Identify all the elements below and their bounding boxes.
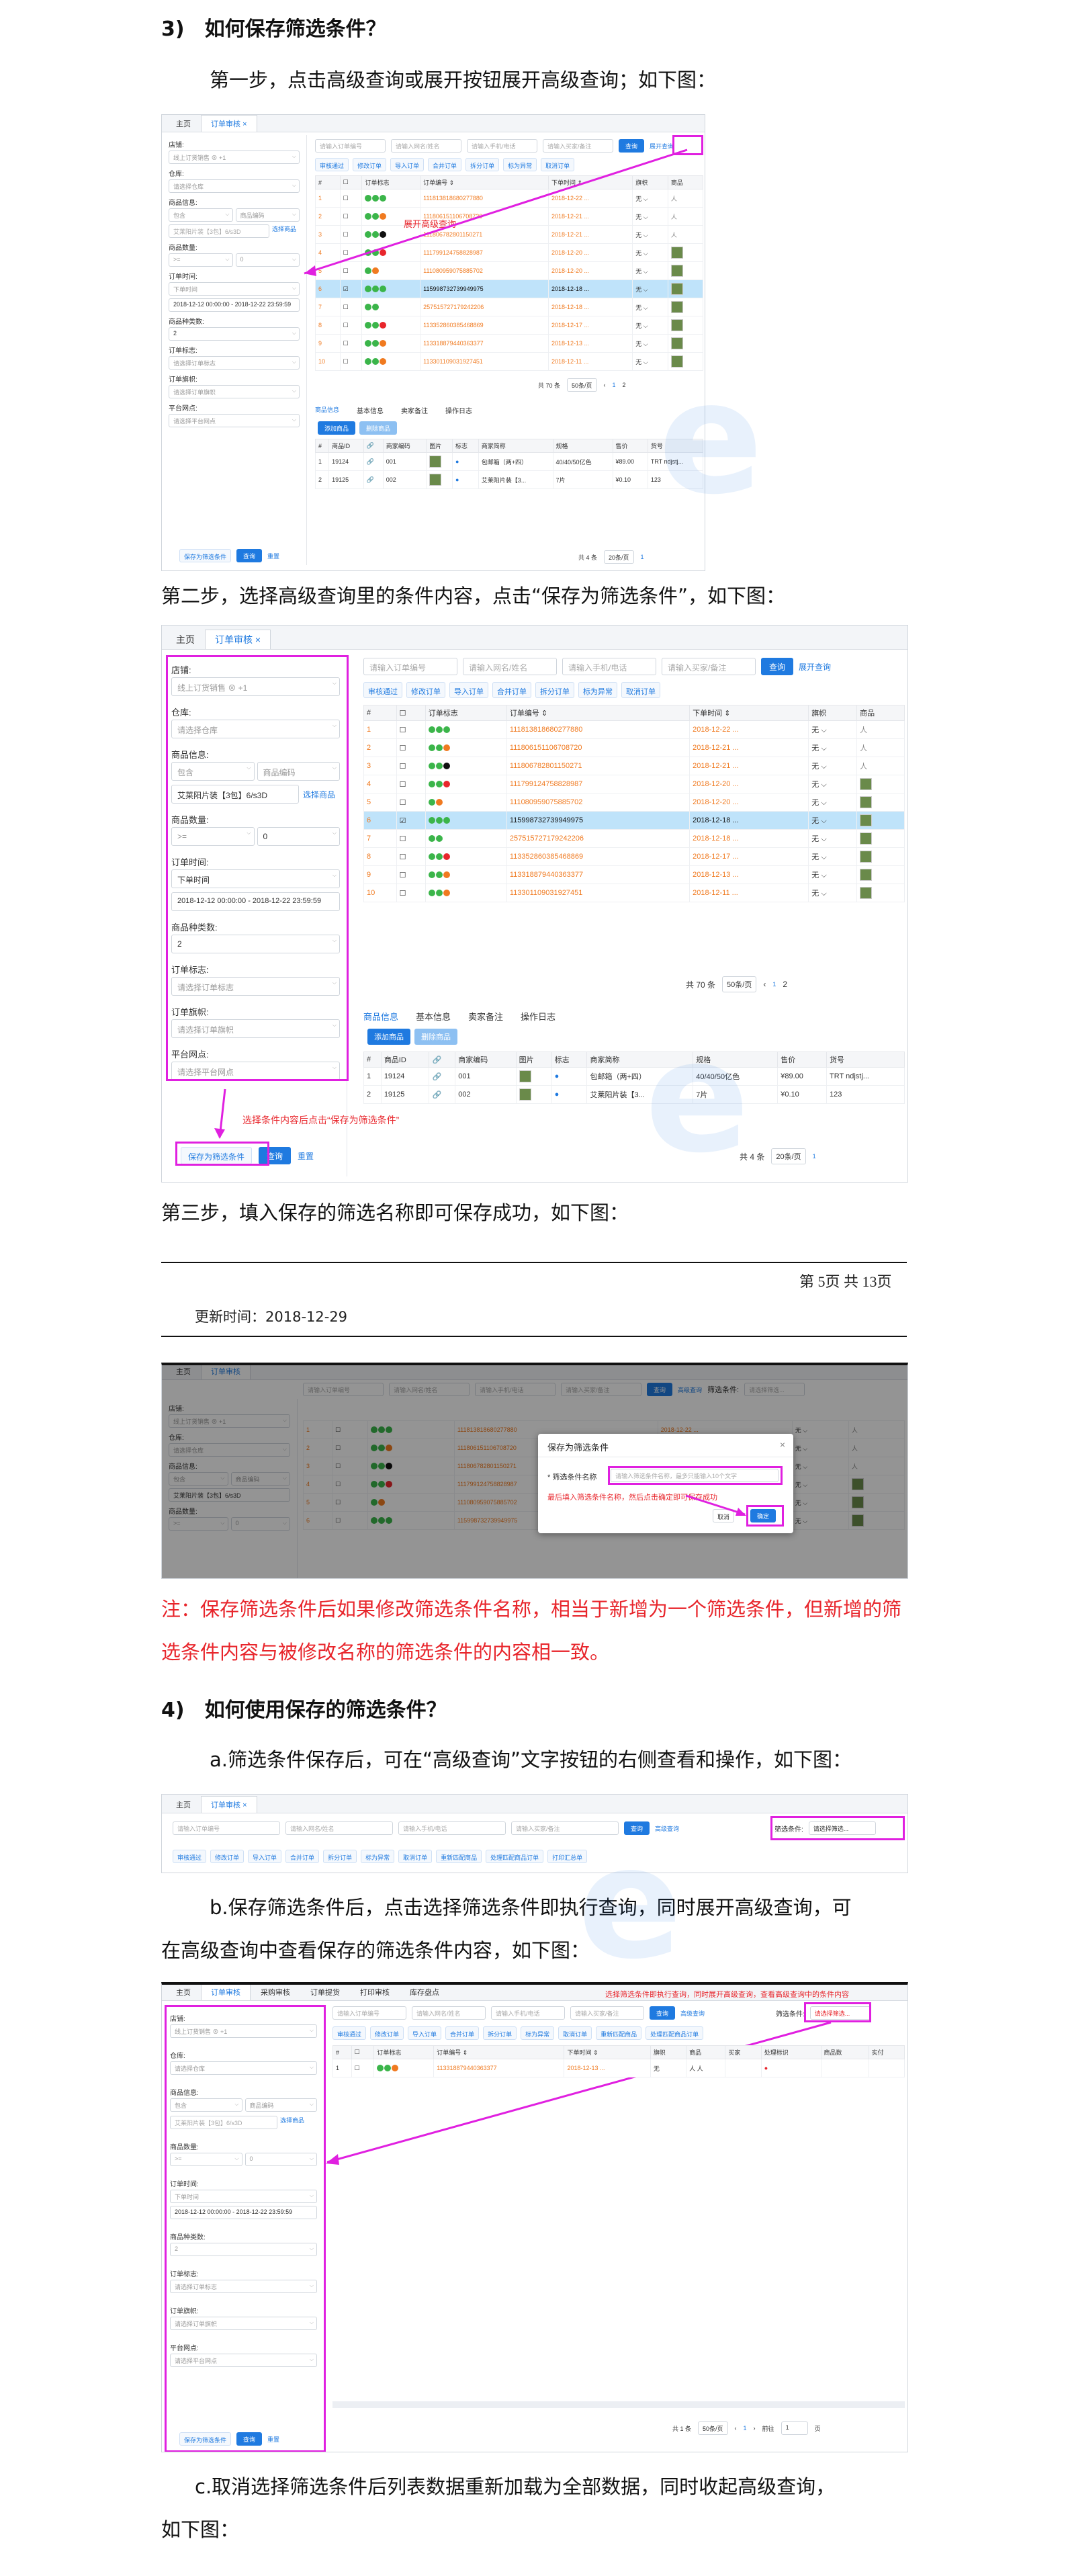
- flag-select[interactable]: 无 ⌵: [808, 847, 858, 866]
- screenshot-4b: 主页 订单审核 采购审核 订单提货 打印审核 库存盘点 选择筛选条件即执行查询，同时展开高…: [161, 1982, 908, 2452]
- table-row[interactable]: 2 19125 🔗 002 ● 艾莱阳片装【3... 7片 ¥0.10 123: [363, 1085, 905, 1104]
- row-checkbox[interactable]: ☐: [396, 829, 426, 848]
- order-flag-icons: [425, 847, 507, 866]
- screenshot-4a: 主页 订单审核 × 请输入订单编号 请输入网名/姓名 请输入手机/电话 请输入买…: [161, 1794, 908, 1873]
- table-row[interactable]: 4☐1117991247588289872018-12-20 ...无 ⌵: [363, 775, 905, 793]
- table-row[interactable]: 3☐1118067828011502712018-12-21 ...无 ⌵人: [363, 757, 905, 775]
- prev-icon[interactable]: ‹: [763, 980, 766, 989]
- update-time: 更新时间：2018-12-29: [195, 1309, 348, 1325]
- remark-input[interactable]: 请输入买家/备注: [662, 658, 756, 675]
- order-flag-icons: [425, 865, 507, 884]
- link-icon[interactable]: 🔗: [429, 1067, 456, 1086]
- table-row[interactable]: 9 ☐ 113318879440363377 2018-12-13 ... 无 ⌵: [363, 865, 905, 884]
- product-thumb: [860, 814, 873, 826]
- product-thumb: [860, 887, 873, 899]
- orders-table-b: # ☐ 订单标志 订单编号 ⇕ 下单时间 ⇕ 旗帜 商品 买家 处理标识 商品数 实付 1 ☐ …: [332, 2045, 905, 2077]
- order-flag-icons: [425, 738, 507, 757]
- order-no-input[interactable]: 请输入订单编号: [363, 658, 457, 675]
- note-line-1: 注：保存筛选条件后如果修改筛选条件名称，相当于新增为一个筛选条件，但新增的筛: [161, 1598, 902, 1621]
- close-icon[interactable]: ×: [242, 1801, 247, 1809]
- page-divider: [161, 1262, 907, 1263]
- expand-query-link[interactable]: 展开查询: [799, 661, 831, 673]
- goods-table-2: # 商品ID 🔗 商家编码 图片 标志 商家简称 规格 售价 货号 1 19124 🔗 001 ● 包邮箱（…: [363, 1051, 905, 1104]
- flag-select[interactable]: 无 ⌵: [808, 720, 858, 739]
- step1-text: 第一步，点击高级查询或展开按钮展开高级查询；如下图：: [210, 69, 717, 91]
- order-flag-icons: [425, 757, 507, 775]
- row-checkbox[interactable]: ☐: [396, 720, 426, 739]
- flag-select[interactable]: 无 ⌵: [808, 884, 858, 902]
- table-row[interactable]: 5☐1110809590758857022018-12-20 ...无 ⌵: [363, 793, 905, 812]
- goto-page-input[interactable]: 1: [781, 2421, 808, 2435]
- watermark-logo-2: e: [645, 1008, 756, 1187]
- row-checkbox[interactable]: ☐: [396, 757, 426, 775]
- para-a-text: a.筛选条件保存后，可在“高级查询”文字按钮的右侧查看和操作，如下图：: [210, 1748, 852, 1771]
- row-checkbox[interactable]: ☐: [396, 865, 426, 884]
- flag-select[interactable]: 无 ⌵: [808, 757, 858, 775]
- note-line-2: 选条件内容与被修改名称的筛选条件的内容相一致。: [161, 1641, 610, 1664]
- header-divider: [161, 1336, 907, 1337]
- table-row[interactable]: 1 ☐ 111813818680277880 2018-12-22 ... 无 ⌵ 人: [363, 720, 905, 739]
- product-thumb: [860, 778, 873, 790]
- page-number: 第 5页 共 13页: [799, 1273, 892, 1290]
- flag-select[interactable]: 无 ⌵: [808, 829, 858, 848]
- order-flag-icons: [425, 829, 507, 848]
- order-flag-icons: [425, 793, 507, 812]
- screenshot-step1: 主页 订单审核 × 店铺: 线上订货销售 ⊗ +1 仓库: 请选择仓库 商品信息…: [161, 114, 705, 571]
- table-row[interactable]: 1 19124 🔗 001 ● 包邮箱（两+四） 40/40/50亿色 ¥89.00 TRT n…: [363, 1067, 905, 1086]
- row-checkbox[interactable]: ☐: [396, 775, 426, 793]
- flag-select[interactable]: 无 ⌵: [808, 738, 858, 757]
- product-thumb: [860, 796, 873, 808]
- flag-select[interactable]: 无 ⌵: [808, 811, 858, 830]
- table-row[interactable]: 7 ☐ 257515727179242206 2018-12-18 ... 无 ⌵: [363, 829, 905, 848]
- para-b-text-2: 在高级查询中查看保存的筛选条件内容，如下图：: [161, 1939, 590, 1962]
- flag-select[interactable]: 无 ⌵: [808, 865, 858, 884]
- step2-text: 第二步，选择高级查询里的条件内容，点击“保存为筛选条件”，如下图：: [161, 585, 786, 607]
- product-thumb: [519, 1088, 531, 1101]
- watermark-logo: e: [658, 349, 770, 529]
- table-row[interactable]: 8 ☐ 113352860385468869 2018-12-17 ... 无 ⌵: [363, 847, 905, 866]
- flag-select[interactable]: 无 ⌵: [808, 775, 858, 793]
- save-filter-dialog: 保存为筛选条件 × * 筛选条件名称 请输入筛选条件名称，最多只能输入10个文字…: [538, 1434, 793, 1533]
- table-row[interactable]: 2☐1118061511067087202018-12-21 ...无 ⌵人: [363, 738, 905, 757]
- para-b-text-1: b.保存筛选条件后，点击选择筛选条件即执行查询，同时展开高级查询，可: [210, 1896, 852, 1919]
- screenshot-step2: 主页 订单审核 × 店铺: 线上订货销售 ⊗ +1 仓库: 请选择仓库 商品信息…: [161, 625, 908, 1183]
- watermark-logo-3: e: [578, 1814, 689, 1993]
- product-thumb: [860, 869, 873, 881]
- row-checkbox[interactable]: ☐: [396, 793, 426, 812]
- phone-input[interactable]: 请输入手机/电话: [562, 658, 656, 675]
- product-thumb: [519, 1070, 531, 1082]
- screenshot-step3: 主页 订单审核 请输入订单编号 请输入网名/姓名 请输入手机/电话 请输入买家/…: [161, 1363, 908, 1579]
- orders-table-2: # ☐ 订单标志 订单编号 ⇕ 下单时间 ⇕ 旗帜 商品 1 ☐ 1118138186802…: [363, 705, 905, 902]
- row-checkbox[interactable]: ☐: [396, 738, 426, 757]
- buyer-input[interactable]: 请输入网名/姓名: [463, 658, 557, 675]
- order-flag-icons: [425, 811, 507, 830]
- modal-overlay: [162, 1365, 907, 1578]
- order-flag-icons: [425, 720, 507, 739]
- table-row[interactable]: 10 ☐ 113301109031927451 2018-12-11 ... 无 ⌵: [363, 884, 905, 902]
- step3-text: 第三步，填入保存的筛选名称即可保存成功，如下图：: [161, 1201, 629, 1224]
- para-c-text-2: 如下图：: [161, 2518, 240, 2541]
- row-checkbox[interactable]: ☐: [396, 847, 426, 866]
- link-icon[interactable]: 🔗: [429, 1085, 456, 1104]
- row-checkbox[interactable]: ☑: [396, 811, 426, 830]
- arrow-expand: [304, 148, 688, 276]
- product-thumb: [860, 832, 873, 845]
- table-row[interactable]: 6 ☑ 115998732739949975 2018-12-18 ... 无 ⌵: [363, 811, 905, 830]
- para-c-text-1: c.取消选择筛选条件后列表数据重新加载为全部数据，同时收起高级查询，: [195, 2475, 836, 2498]
- section-3-heading: 3) 如何保存筛选条件？: [161, 17, 386, 41]
- flag-select[interactable]: 无 ⌵: [808, 793, 858, 812]
- product-thumb: [860, 851, 873, 863]
- highlight-filter-select: [770, 1816, 905, 1840]
- order-flag-icons: [425, 884, 507, 902]
- section-4-heading: 4) 如何使用保存的筛选条件？: [161, 1699, 447, 1722]
- order-flag-icons: [425, 775, 507, 793]
- search-button[interactable]: 查询: [761, 658, 794, 675]
- row-checkbox[interactable]: ☐: [396, 884, 426, 902]
